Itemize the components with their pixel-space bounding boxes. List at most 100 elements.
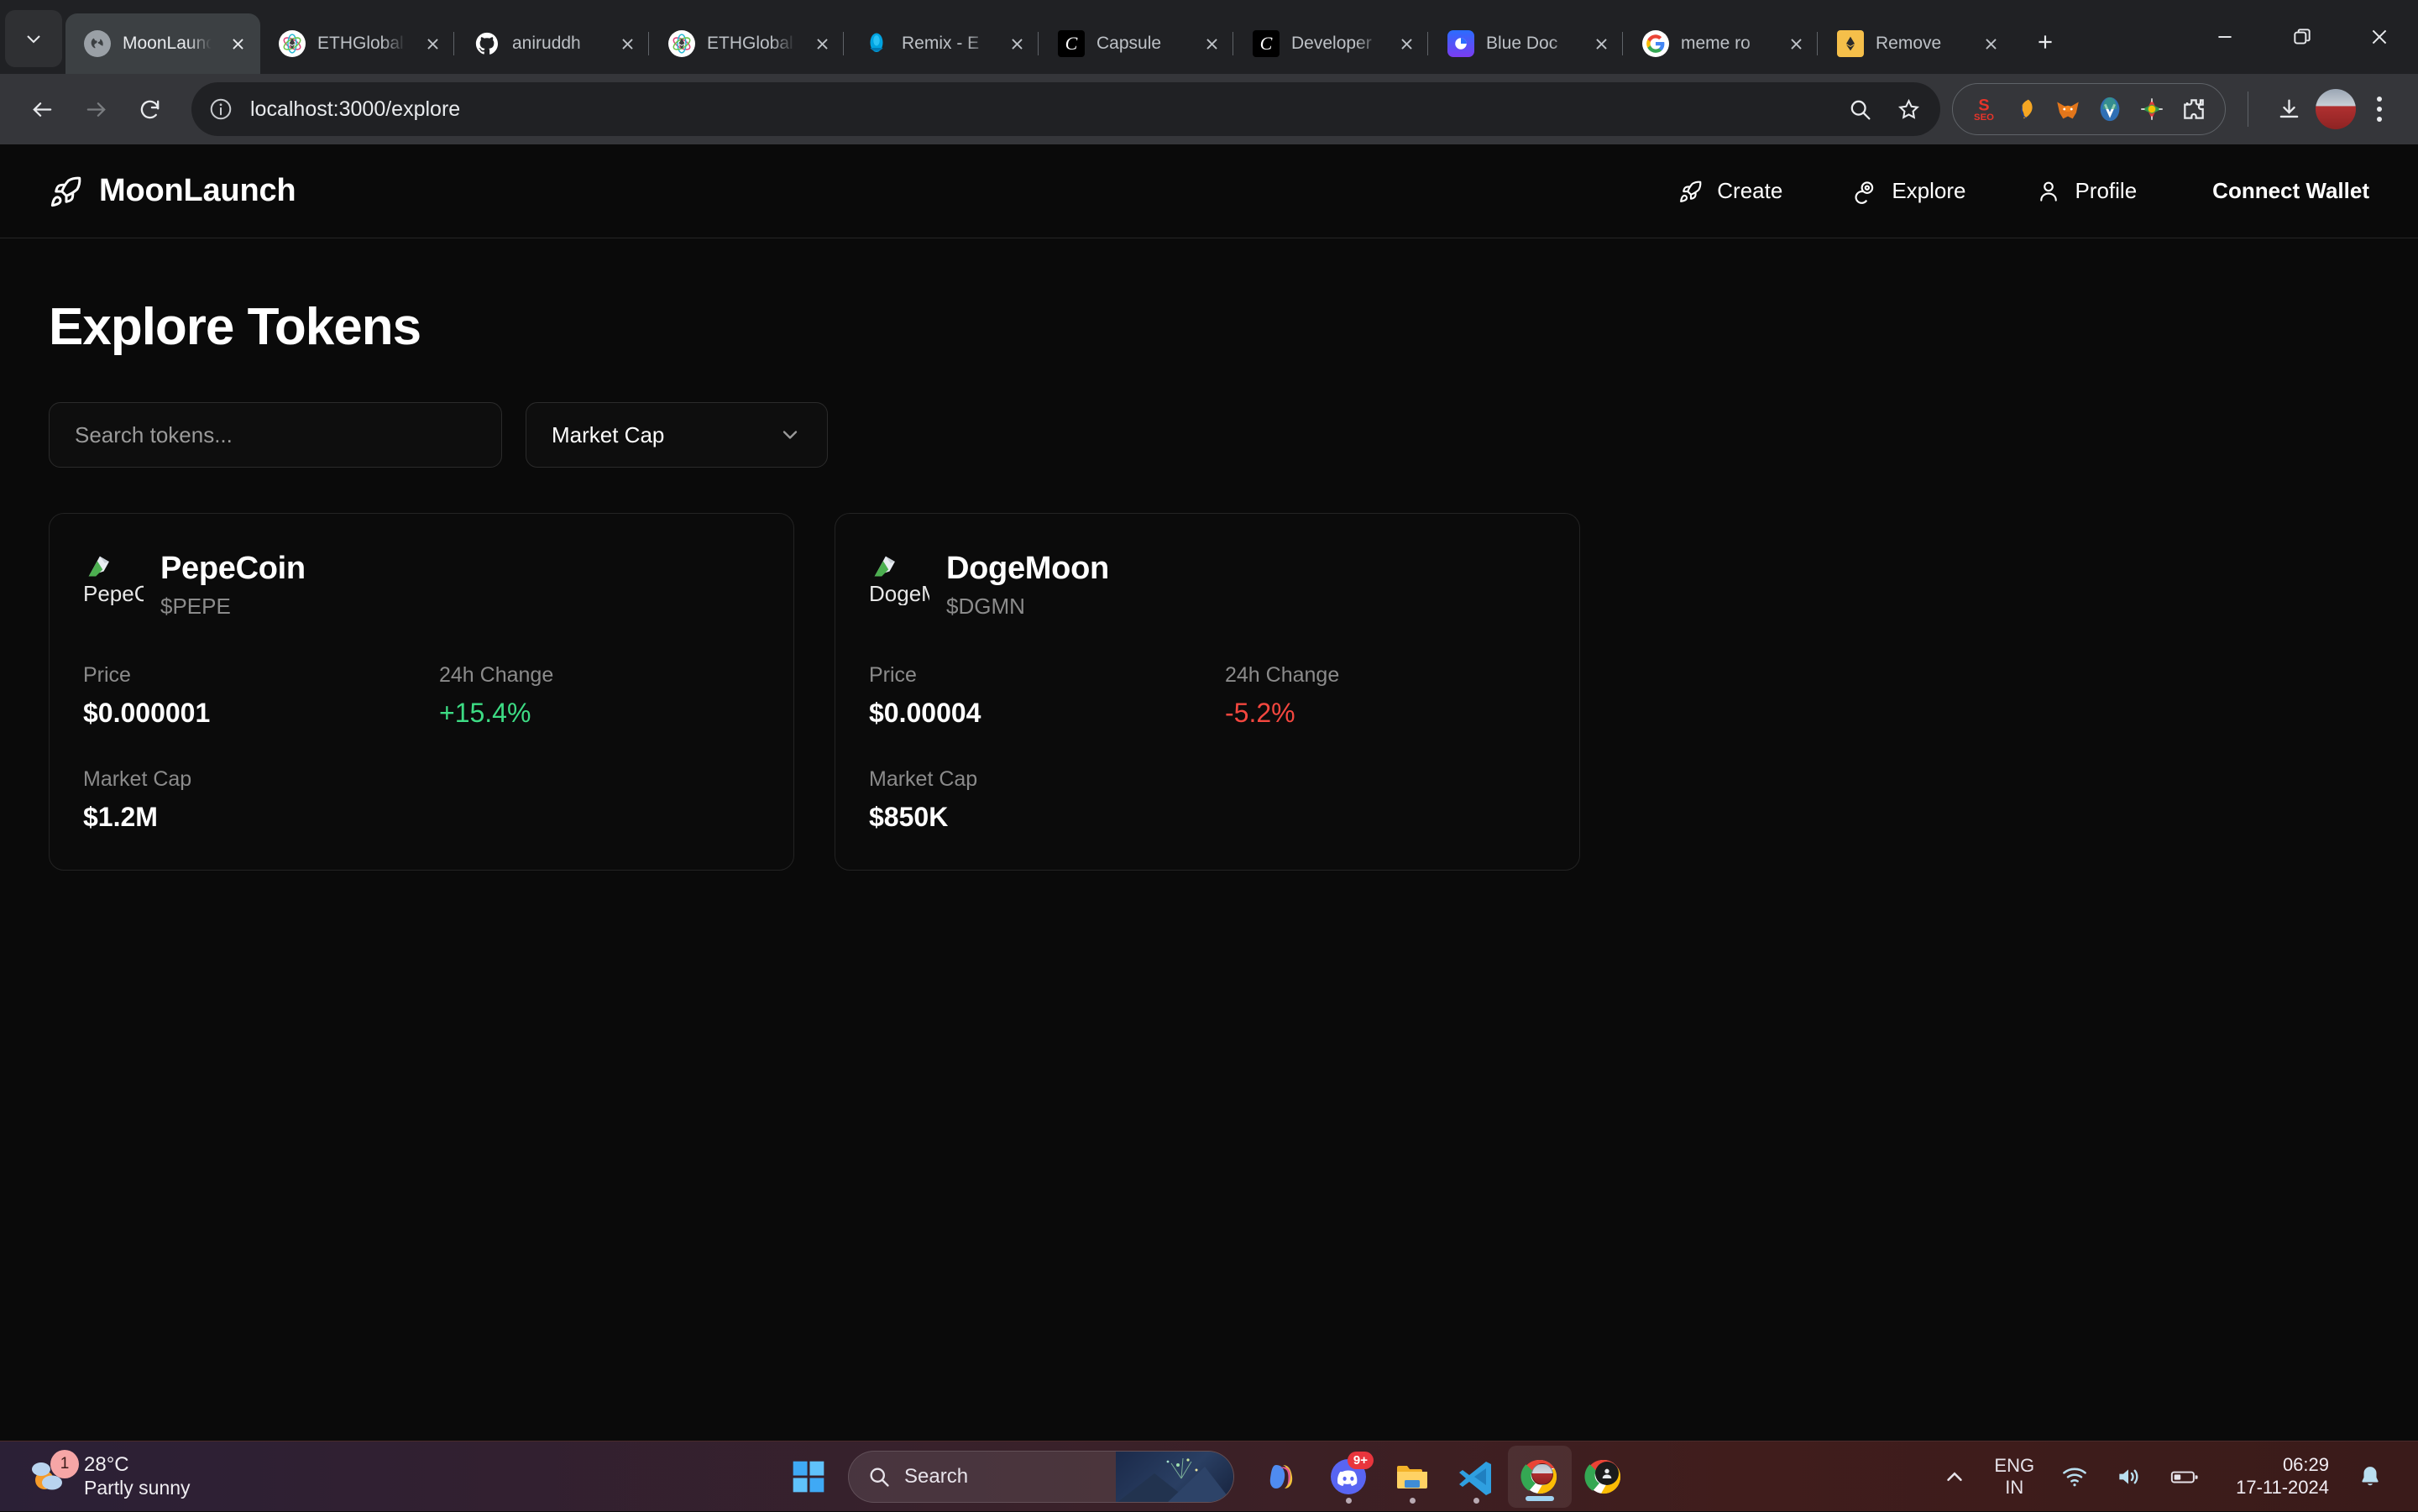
vimium-extension-icon[interactable] <box>2092 92 2128 127</box>
weather-widget[interactable]: 1 28°C Partly sunny <box>0 1453 191 1499</box>
connect-wallet-label: Connect Wallet <box>2212 178 2369 204</box>
token-name: DogeMoon <box>946 551 1109 587</box>
search-icon <box>1848 97 1872 122</box>
connect-wallet-button[interactable]: Connect Wallet <box>2172 178 2369 204</box>
stat-label: Market Cap <box>83 767 439 792</box>
battery-button[interactable] <box>2155 1441 2214 1512</box>
token-marketcap-stat: Market Cap $850K <box>869 767 1225 833</box>
browser-tab-ethglobal-2[interactable]: ETHGlobal <box>650 13 845 74</box>
tab-search-button[interactable] <box>5 10 62 67</box>
browser-tab-meme[interactable]: meme ro <box>1624 13 1819 74</box>
seo-extension-icon[interactable]: SSEO <box>1966 92 2002 127</box>
rocket-icon <box>1678 179 1704 204</box>
clock-time: 06:29 <box>2236 1454 2329 1476</box>
browser-tab-bluedoc[interactable]: Blue Doc <box>1429 13 1624 74</box>
close-window-button[interactable] <box>2341 0 2418 74</box>
chevron-down-icon <box>778 423 802 447</box>
token-card[interactable]: DogeM DogeMoon $DGMN Price $0.00004 <box>835 513 1580 871</box>
ethglobal-icon <box>279 30 306 57</box>
discord-notification-badge: 9+ <box>1348 1452 1374 1470</box>
browser-tab-developer[interactable]: C Developer <box>1234 13 1429 74</box>
token-card-titles: PepeCoin $PEPE <box>160 549 306 620</box>
taskbar-app-vscode[interactable] <box>1444 1441 1508 1512</box>
taskbar-search-box[interactable]: Search <box>848 1451 1234 1503</box>
token-price-value: $0.000001 <box>83 698 439 729</box>
language-line-1: ENG <box>1994 1455 2034 1477</box>
tab-close-button[interactable] <box>1197 29 1226 58</box>
nav-link-explore[interactable]: Explore <box>1818 178 2001 204</box>
token-card[interactable]: PepeC PepeCoin $PEPE Price $0.000001 <box>49 513 794 871</box>
browser-tab-moonlaunch[interactable]: MoonLaunch <box>65 13 260 74</box>
browser-tab-ethglobal-1[interactable]: ETHGlobal <box>260 13 455 74</box>
tab-close-button[interactable] <box>223 29 252 58</box>
notifications-button[interactable] <box>2344 1441 2396 1512</box>
running-indicator <box>1410 1498 1416 1504</box>
address-bar[interactable]: localhost:3000/explore <box>191 82 1940 136</box>
sort-select[interactable]: Market Cap <box>526 402 828 468</box>
metamask-extension-icon[interactable] <box>2050 92 2086 127</box>
colorpicker-extension-icon[interactable] <box>2134 92 2169 127</box>
browser-tab-github[interactable]: aniruddh <box>455 13 650 74</box>
tab-close-button[interactable] <box>613 29 641 58</box>
stat-label: 24h Change <box>439 663 795 688</box>
weather-text: 28°C Partly sunny <box>84 1453 191 1499</box>
url-text: localhost:3000/explore <box>250 97 1828 122</box>
nav-link-profile[interactable]: Profile <box>2001 178 2172 204</box>
ethglobal-icon <box>668 30 695 57</box>
taskbar-app-file-explorer[interactable] <box>1380 1441 1444 1512</box>
taskbar-app-discord[interactable]: 9+ <box>1316 1441 1380 1512</box>
clock[interactable]: 06:29 17-11-2024 <box>2214 1454 2344 1499</box>
chrome-profile-avatar <box>1531 1463 1553 1485</box>
windows-taskbar: 1 28°C Partly sunny Search <box>0 1441 2418 1511</box>
tab-close-button[interactable] <box>1392 29 1421 58</box>
taskbar-app-copilot[interactable] <box>1253 1441 1316 1512</box>
tab-title: Developer <box>1291 34 1380 54</box>
bookmark-button[interactable] <box>1892 92 1925 126</box>
taskbar-app-chrome-canary[interactable] <box>1572 1441 1636 1512</box>
browser-menu-button[interactable] <box>2356 82 2403 136</box>
forward-button[interactable] <box>69 82 123 136</box>
browser-tab-remix[interactable]: Remix - E <box>845 13 1039 74</box>
start-button[interactable] <box>782 1451 835 1503</box>
maximize-button[interactable] <box>2264 0 2341 74</box>
downloads-button[interactable] <box>2262 82 2316 136</box>
restore-icon <box>2291 26 2313 48</box>
minimize-icon <box>2214 26 2236 48</box>
browser-toolbar: localhost:3000/explore SSEO <box>0 74 2418 144</box>
tab-close-button[interactable] <box>808 29 836 58</box>
reload-button[interactable] <box>123 82 176 136</box>
nav-link-create[interactable]: Create <box>1643 178 1818 204</box>
close-icon <box>620 36 636 52</box>
tab-close-button[interactable] <box>1587 29 1615 58</box>
site-info-icon[interactable] <box>207 95 235 123</box>
globe-icon <box>84 30 111 57</box>
extensions-puzzle-icon[interactable] <box>2176 92 2211 127</box>
token-marketcap-row: Market Cap $1.2M <box>83 767 760 833</box>
tab-close-button[interactable] <box>1976 29 2005 58</box>
zoom-search-button[interactable] <box>1843 92 1876 126</box>
new-tab-button[interactable] <box>2020 17 2070 67</box>
tab-close-button[interactable] <box>1002 29 1031 58</box>
back-button[interactable] <box>15 82 69 136</box>
tab-close-button[interactable] <box>418 29 447 58</box>
browser-tab-remove[interactable]: Remove <box>1819 13 2013 74</box>
wifi-button[interactable] <box>2048 1441 2101 1512</box>
taskbar-app-chrome[interactable] <box>1508 1446 1572 1508</box>
browser-tab-capsule[interactable]: C Capsule <box>1039 13 1234 74</box>
wifi-icon <box>2061 1463 2088 1490</box>
svg-text:SEO: SEO <box>1974 112 1994 123</box>
volume-button[interactable] <box>2101 1441 2155 1512</box>
search-input[interactable]: Search tokens... <box>49 402 502 468</box>
tray-overflow-button[interactable] <box>1929 1441 1981 1512</box>
tab-close-button[interactable] <box>1782 29 1810 58</box>
profile-avatar[interactable] <box>2316 89 2356 129</box>
running-indicator <box>1473 1498 1479 1504</box>
minimize-button[interactable] <box>2186 0 2264 74</box>
brand-logo[interactable]: MoonLaunch <box>49 173 296 209</box>
window-controls <box>2186 0 2418 74</box>
stat-label: Price <box>869 663 1225 688</box>
language-indicator[interactable]: ENG IN <box>1981 1441 2048 1512</box>
rocket-icon <box>49 174 84 209</box>
honey-extension-icon[interactable] <box>2008 92 2044 127</box>
token-card-header: PepeC PepeCoin $PEPE <box>83 549 760 620</box>
